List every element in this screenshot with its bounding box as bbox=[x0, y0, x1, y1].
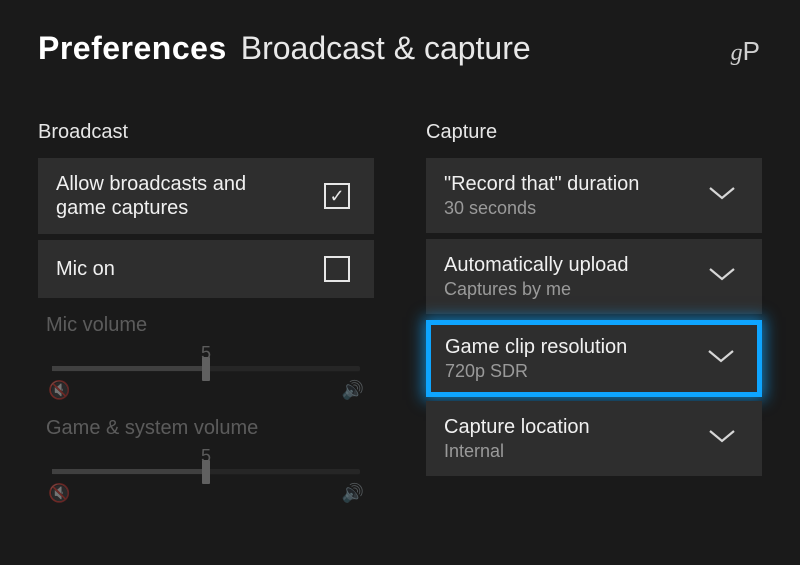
record-that-label: "Record that" duration bbox=[444, 172, 639, 196]
chevron-down-icon bbox=[706, 184, 738, 207]
mic-volume-label: Mic volume bbox=[46, 314, 366, 337]
allow-broadcasts-label: Allow broadcasts and game captures bbox=[56, 172, 296, 220]
broadcast-column: Broadcast Allow broadcasts and game capt… bbox=[38, 121, 374, 510]
capture-location-row[interactable]: Capture location Internal bbox=[426, 401, 762, 476]
speaker-mute-icon[interactable]: 🔇 bbox=[48, 380, 70, 401]
capture-column: Capture "Record that" duration 30 second… bbox=[426, 121, 762, 510]
auto-upload-value: Captures by me bbox=[444, 279, 629, 300]
chevron-down-icon bbox=[706, 427, 738, 450]
chevron-down-icon bbox=[706, 265, 738, 288]
capture-location-label: Capture location bbox=[444, 415, 590, 439]
allow-broadcasts-row[interactable]: Allow broadcasts and game captures ✓ bbox=[38, 158, 374, 234]
mic-on-label: Mic on bbox=[56, 257, 115, 281]
check-icon: ✓ bbox=[329, 187, 344, 205]
allow-broadcasts-checkbox[interactable]: ✓ bbox=[324, 183, 350, 209]
game-volume-slider[interactable] bbox=[52, 469, 360, 475]
capture-section-title: Capture bbox=[426, 121, 762, 144]
game-clip-resolution-value: 720p SDR bbox=[445, 361, 627, 382]
game-volume-group: Game & system volume 5 🔇 🔊 bbox=[38, 407, 374, 510]
mic-on-row[interactable]: Mic on bbox=[38, 240, 374, 298]
speaker-loud-icon[interactable]: 🔊 bbox=[342, 380, 364, 401]
auto-upload-label: Automatically upload bbox=[444, 253, 629, 277]
record-that-row[interactable]: "Record that" duration 30 seconds bbox=[426, 158, 762, 233]
mic-volume-slider[interactable] bbox=[52, 366, 360, 372]
speaker-loud-icon[interactable]: 🔊 bbox=[342, 483, 364, 504]
game-clip-resolution-label: Game clip resolution bbox=[445, 335, 627, 359]
title-section: Broadcast & capture bbox=[241, 30, 531, 67]
mic-on-checkbox[interactable] bbox=[324, 256, 350, 282]
watermark: gP bbox=[731, 36, 760, 67]
title-bold: Preferences bbox=[38, 30, 227, 67]
speaker-mute-icon[interactable]: 🔇 bbox=[48, 483, 70, 504]
record-that-value: 30 seconds bbox=[444, 198, 639, 219]
auto-upload-row[interactable]: Automatically upload Captures by me bbox=[426, 239, 762, 314]
game-clip-resolution-row[interactable]: Game clip resolution 720p SDR bbox=[426, 320, 762, 397]
page-title: Preferences Broadcast & capture bbox=[38, 30, 762, 67]
game-volume-label: Game & system volume bbox=[46, 417, 366, 440]
mic-volume-group: Mic volume 5 🔇 🔊 bbox=[38, 304, 374, 407]
chevron-down-icon bbox=[705, 347, 737, 370]
capture-location-value: Internal bbox=[444, 441, 590, 462]
broadcast-section-title: Broadcast bbox=[38, 121, 374, 144]
